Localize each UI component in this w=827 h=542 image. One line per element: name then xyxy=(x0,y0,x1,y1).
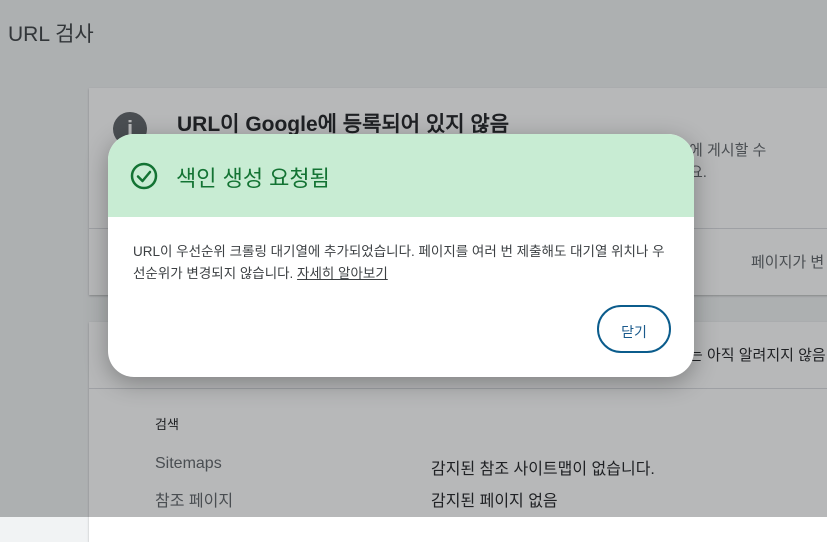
indexing-requested-dialog: 색인 생성 요청됨 URL이 우선순위 크롤링 대기열에 추가되었습니다. 페이… xyxy=(108,134,694,377)
learn-more-link[interactable]: 자세히 알아보기 xyxy=(297,266,388,281)
check-circle-icon xyxy=(130,162,158,190)
dialog-message: URL이 우선순위 크롤링 대기열에 추가되었습니다. 페이지를 여러 번 제출… xyxy=(133,244,665,281)
dialog-header: 색인 생성 요청됨 xyxy=(108,134,694,217)
dialog-title: 색인 생성 요청됨 xyxy=(176,166,330,191)
dialog-body: URL이 우선순위 크롤링 대기열에 추가되었습니다. 페이지를 여러 번 제출… xyxy=(133,241,673,285)
close-button[interactable]: 닫기 xyxy=(597,305,671,353)
